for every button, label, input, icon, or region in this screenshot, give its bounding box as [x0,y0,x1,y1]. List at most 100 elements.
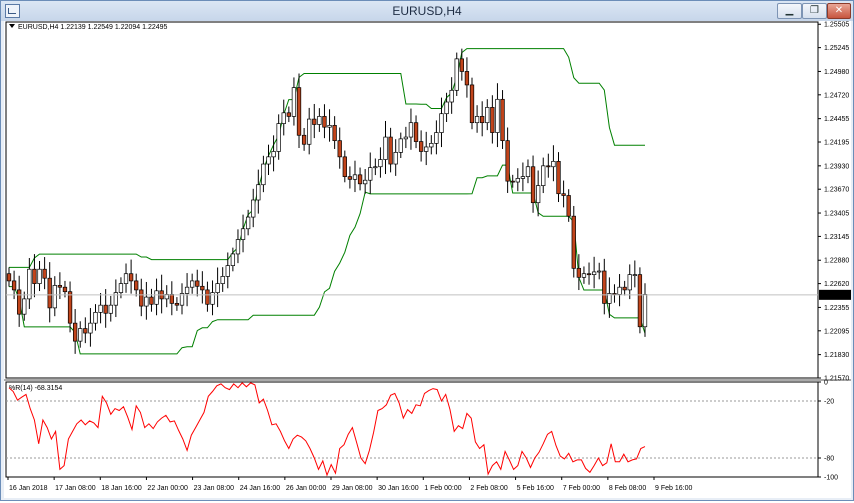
close-button[interactable]: ✕ [827,3,851,19]
candle-body [6,273,12,282]
candle-body [622,286,627,291]
candle-body [439,113,444,133]
price-panel-frame [5,21,819,379]
candle-body [118,283,124,293]
time-tick-label: 2 Feb 08:00 [470,485,507,492]
candle-body [352,174,358,180]
time-tick-label: 22 Jan 00:00 [147,485,188,492]
candle-body [200,285,205,291]
chart-window: EURUSD,H4 ▁ ❐ ✕ 1.25505 1.25245 1.24980 1.2… [0,0,854,501]
chart-header-text: EURUSD,H4 1.22139 1.22549 1.22094 1.2249… [18,24,168,31]
candle-body [134,280,139,291]
candle-body [103,304,108,314]
candle-body [378,159,383,168]
candle-body [581,273,587,278]
candle-body [52,285,57,309]
candle-body [307,118,312,145]
price-tick-label: 1.24455 [824,116,849,123]
candle-body [327,125,332,128]
candle-body [235,239,241,255]
candle-body [459,58,464,72]
candle-body [22,298,27,315]
candle-body [301,134,307,145]
candle-body [642,294,648,328]
candle-body [464,71,470,86]
restore-button[interactable]: ❐ [802,3,827,19]
indicator-panel-frame [5,381,819,478]
candle-body [42,268,47,279]
symbol-dropdown-icon [9,24,15,28]
candle-body [520,176,526,179]
candle-body [449,89,454,103]
candle-body [571,215,576,269]
chart-area[interactable]: 1.25505 1.25245 1.24980 1.24720 1.24455 1.241… [4,21,852,498]
price-tick-label: 1.23145 [824,234,849,241]
candle-body [174,303,180,306]
candle-body [245,216,251,230]
current-price-label: 1.22495 [823,292,848,299]
candle-body [296,87,302,136]
candle-body [149,296,154,305]
candle-body [266,156,271,165]
candle-body [57,285,63,288]
time-tick-label: 24 Jan 16:00 [240,485,281,492]
candle-body [551,160,556,168]
candle-body [530,166,536,204]
time-tick-label: 9 Feb 16:00 [655,485,692,492]
candle-body [291,87,297,117]
candle-body [312,118,317,125]
candle-body [444,101,449,115]
candle-body [144,296,149,307]
candle-body [632,274,637,276]
price-tick-label: 1.22880 [824,258,849,265]
candle-body [525,166,531,177]
candle-body [627,274,632,291]
minimize-button[interactable]: ▁ [777,3,802,19]
time-tick-label: 29 Jan 08:00 [332,485,373,492]
channel-lower-line [9,164,646,355]
chart-canvas[interactable]: 1.25505 1.25245 1.24980 1.24720 1.24455 1.241… [4,21,852,498]
candle-body [220,276,225,284]
indicator-tick-label: -80 [824,456,834,463]
candle-body [454,58,459,91]
time-tick-label: 16 Jan 2018 [9,485,48,492]
candle-body [541,165,546,186]
time-tick-label: 8 Feb 08:00 [609,485,646,492]
candle-body [251,199,256,218]
candle-body [123,273,129,284]
close-icon: ✕ [834,5,844,16]
candle-body [169,294,174,304]
candle-body [561,193,566,196]
price-tick-label: 1.25505 [824,22,849,29]
candle-body [429,143,434,148]
candle-body [576,267,582,278]
candle-body [398,138,403,153]
candle-body [47,277,52,309]
time-tick-label: 26 Jan 00:00 [286,485,327,492]
candle-body [373,166,378,169]
price-tick-label: 1.23405 [824,211,849,218]
candle-body [37,268,42,284]
price-tick-label: 1.22355 [824,305,849,312]
candle-body [383,136,388,160]
candle-body [67,291,73,324]
candle-body [72,322,78,342]
candle-body [368,167,373,181]
candle-body [32,268,37,284]
candle-body [591,271,597,275]
price-tick-label: 1.21830 [824,352,849,359]
candle-body [536,185,541,204]
candle-body [108,304,113,314]
price-tick-label: 1.24720 [824,92,849,99]
candle-body [434,132,439,144]
candle-body [617,286,622,295]
channel-upper-line [9,48,645,268]
title-bar[interactable]: EURUSD,H4 ▁ ❐ ✕ [1,1,853,21]
indicator-tick-label: 0 [824,380,828,387]
candle-body [317,116,322,125]
candle-body [469,84,475,124]
candle-body [256,184,261,201]
candle-body [505,140,510,182]
candle-body [225,265,230,277]
candle-body [510,180,515,183]
